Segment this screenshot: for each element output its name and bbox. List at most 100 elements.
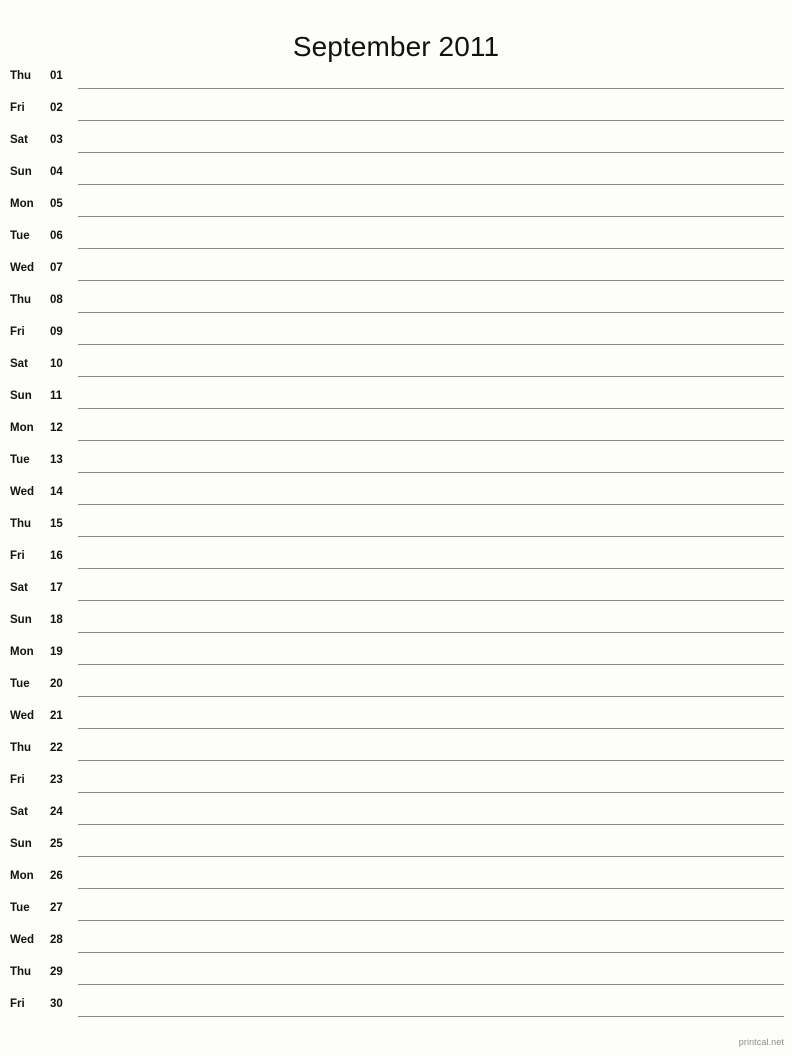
day-number-label: 26 (50, 870, 63, 882)
day-number-label: 04 (50, 166, 63, 178)
day-weekday-label: Fri (10, 326, 25, 338)
day-writing-line[interactable] (78, 952, 784, 953)
day-number-label: 12 (50, 422, 63, 434)
day-row: Tue 13 (0, 444, 792, 476)
day-row: Thu 08 (0, 284, 792, 316)
day-weekday-label: Fri (10, 774, 25, 786)
day-weekday-label: Sun (10, 166, 32, 178)
calendar-page: September 2011 Thu 01 Fri 02 Sat 03 Sun 04 Mon 05… (0, 0, 792, 1056)
day-writing-line[interactable] (78, 408, 784, 409)
day-row: Wed 14 (0, 476, 792, 508)
day-writing-line[interactable] (78, 696, 784, 697)
day-row: Sun 04 (0, 156, 792, 188)
day-weekday-label: Mon (10, 646, 34, 658)
day-weekday-label: Fri (10, 998, 25, 1010)
day-writing-line[interactable] (78, 920, 784, 921)
day-writing-line[interactable] (78, 568, 784, 569)
day-number-label: 17 (50, 582, 63, 594)
day-weekday-label: Sat (10, 134, 28, 146)
day-writing-line[interactable] (78, 88, 784, 89)
day-writing-line[interactable] (78, 632, 784, 633)
day-row: Wed 21 (0, 700, 792, 732)
day-number-label: 16 (50, 550, 63, 562)
day-weekday-label: Sat (10, 358, 28, 370)
day-number-label: 29 (50, 966, 63, 978)
day-row: Thu 15 (0, 508, 792, 540)
day-number-label: 09 (50, 326, 63, 338)
day-weekday-label: Tue (10, 678, 30, 690)
day-row: Sat 10 (0, 348, 792, 380)
day-row: Tue 20 (0, 668, 792, 700)
day-writing-line[interactable] (78, 728, 784, 729)
day-writing-line[interactable] (78, 440, 784, 441)
day-row: Wed 07 (0, 252, 792, 284)
day-weekday-label: Tue (10, 454, 30, 466)
day-writing-line[interactable] (78, 888, 784, 889)
day-number-label: 30 (50, 998, 63, 1010)
day-weekday-label: Sun (10, 390, 32, 402)
day-row: Tue 06 (0, 220, 792, 252)
day-writing-line[interactable] (78, 280, 784, 281)
day-row: Thu 22 (0, 732, 792, 764)
day-writing-line[interactable] (78, 1016, 784, 1017)
day-number-label: 21 (50, 710, 63, 722)
day-weekday-label: Fri (10, 550, 25, 562)
day-row: Sat 03 (0, 124, 792, 156)
day-number-label: 07 (50, 262, 63, 274)
day-number-label: 14 (50, 486, 63, 498)
day-writing-line[interactable] (78, 376, 784, 377)
day-weekday-label: Sun (10, 838, 32, 850)
day-row: Mon 12 (0, 412, 792, 444)
day-row: Fri 16 (0, 540, 792, 572)
day-row: Sun 25 (0, 828, 792, 860)
day-row: Mon 05 (0, 188, 792, 220)
day-number-label: 01 (50, 70, 63, 82)
day-number-label: 03 (50, 134, 63, 146)
day-writing-line[interactable] (78, 312, 784, 313)
day-writing-line[interactable] (78, 248, 784, 249)
day-weekday-label: Tue (10, 230, 30, 242)
day-weekday-label: Fri (10, 102, 25, 114)
day-writing-line[interactable] (78, 664, 784, 665)
day-writing-line[interactable] (78, 184, 784, 185)
day-row: Tue 27 (0, 892, 792, 924)
day-weekday-label: Wed (10, 934, 35, 946)
day-writing-line[interactable] (78, 344, 784, 345)
day-number-label: 15 (50, 518, 63, 530)
day-writing-line[interactable] (78, 984, 784, 985)
day-weekday-label: Sat (10, 582, 28, 594)
day-weekday-label: Wed (10, 262, 35, 274)
day-writing-line[interactable] (78, 856, 784, 857)
day-writing-line[interactable] (78, 472, 784, 473)
day-number-label: 27 (50, 902, 63, 914)
day-weekday-label: Mon (10, 870, 34, 882)
day-row: Fri 09 (0, 316, 792, 348)
day-weekday-label: Tue (10, 902, 30, 914)
day-number-label: 24 (50, 806, 63, 818)
day-number-label: 13 (50, 454, 63, 466)
day-weekday-label: Thu (10, 518, 32, 530)
day-number-label: 06 (50, 230, 63, 242)
day-weekday-label: Wed (10, 486, 35, 498)
day-writing-line[interactable] (78, 760, 784, 761)
day-writing-line[interactable] (78, 792, 784, 793)
day-writing-line[interactable] (78, 824, 784, 825)
day-number-label: 19 (50, 646, 63, 658)
day-row: Fri 30 (0, 988, 792, 1020)
day-weekday-label: Mon (10, 198, 34, 210)
day-writing-line[interactable] (78, 504, 784, 505)
day-row: Fri 23 (0, 764, 792, 796)
day-writing-line[interactable] (78, 152, 784, 153)
footer-credit: printcal.net (738, 1037, 784, 1047)
day-writing-line[interactable] (78, 216, 784, 217)
day-writing-line[interactable] (78, 536, 784, 537)
day-weekday-label: Sun (10, 614, 32, 626)
day-row: Thu 29 (0, 956, 792, 988)
day-row: Sat 24 (0, 796, 792, 828)
day-row: Fri 02 (0, 92, 792, 124)
day-writing-line[interactable] (78, 600, 784, 601)
day-row: Sun 11 (0, 380, 792, 412)
day-row: Sun 18 (0, 604, 792, 636)
day-writing-line[interactable] (78, 120, 784, 121)
day-row: Thu 01 (0, 60, 792, 92)
